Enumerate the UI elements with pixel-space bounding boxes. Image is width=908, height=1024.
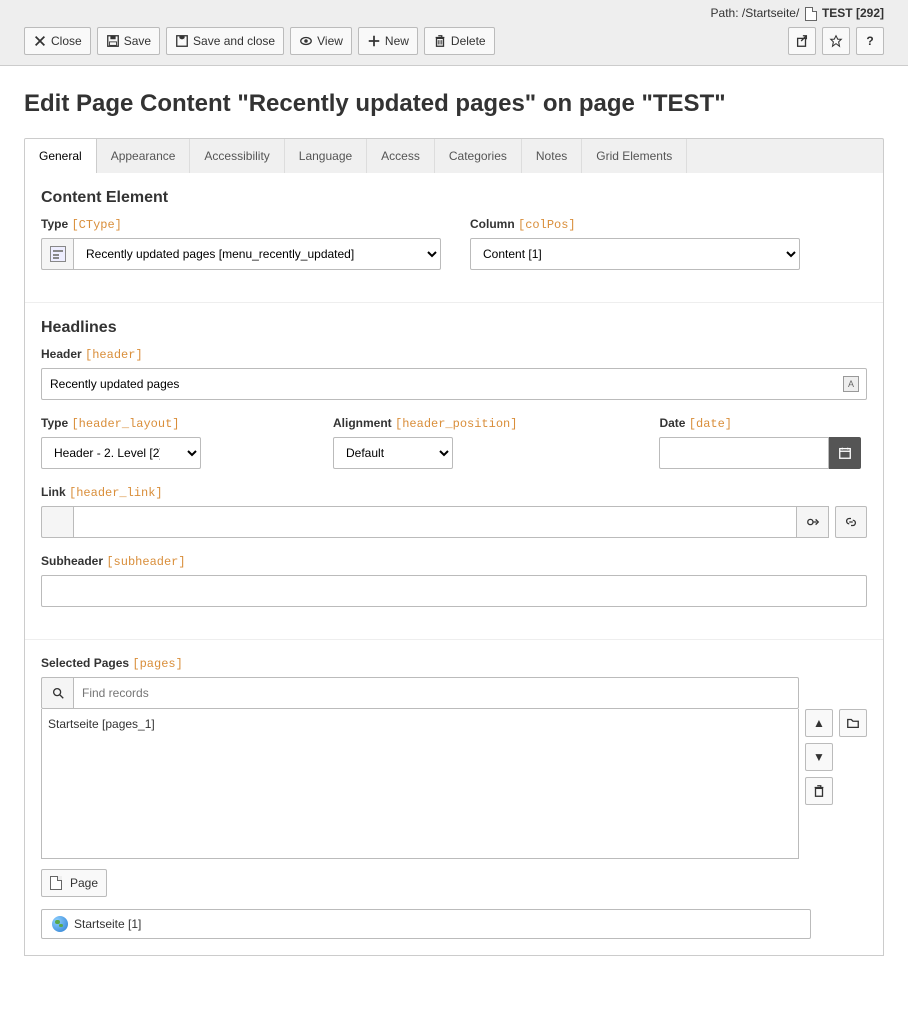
tab-categories[interactable]: Categories <box>435 139 522 173</box>
tab-notes[interactable]: Notes <box>522 139 582 173</box>
tab-access[interactable]: Access <box>367 139 435 173</box>
link-label: Link [header_link] <box>41 485 867 500</box>
content-type-icon <box>41 238 73 270</box>
page-record[interactable]: Startseite [1] <box>41 909 811 939</box>
save-close-button[interactable]: Save and close <box>166 27 284 55</box>
tab-general[interactable]: General <box>25 139 97 173</box>
save-button[interactable]: Save <box>97 27 160 55</box>
help-button[interactable]: ? <box>856 27 884 55</box>
subheader-input[interactable] <box>41 575 867 607</box>
page-selector-button[interactable]: Page <box>41 869 107 897</box>
move-down-button[interactable]: ▼ <box>805 743 833 771</box>
date-input[interactable] <box>659 437 829 469</box>
page-title: Edit Page Content "Recently updated page… <box>24 90 884 118</box>
new-button[interactable]: New <box>358 27 418 55</box>
tab-language[interactable]: Language <box>285 139 367 173</box>
type-label: Type [CType] <box>41 217 438 232</box>
section-content-element: Content Element <box>41 189 867 207</box>
tab-appearance[interactable]: Appearance <box>97 139 191 173</box>
selected-pages-label: Selected Pages [pages] <box>41 656 867 671</box>
share-button[interactable] <box>788 27 816 55</box>
header-input[interactable] <box>41 368 867 400</box>
link-browser-button[interactable] <box>835 506 867 538</box>
view-button[interactable]: View <box>290 27 352 55</box>
tab-accessibility[interactable]: Accessibility <box>190 139 284 173</box>
browse-records-button[interactable] <box>839 709 867 737</box>
date-picker-button[interactable] <box>829 437 861 469</box>
search-icon <box>41 677 73 709</box>
section-headlines: Headlines <box>41 319 867 337</box>
page-icon <box>50 876 62 890</box>
link-type-icon <box>41 506 73 538</box>
header-layout-label: Type [header_layout] <box>41 416 201 431</box>
move-up-button[interactable]: ▲ <box>805 709 833 737</box>
tab-grid-elements[interactable]: Grid Elements <box>582 139 687 173</box>
tabs: General Appearance Accessibility Languag… <box>24 138 884 173</box>
remove-item-button[interactable] <box>805 777 833 805</box>
subheader-label: Subheader [subheader] <box>41 554 867 569</box>
header-layout-select[interactable]: Header - 2. Level [2] <box>41 437 201 469</box>
link-input[interactable] <box>73 506 797 538</box>
column-label: Column [colPos] <box>470 217 867 232</box>
delete-button[interactable]: Delete <box>424 27 495 55</box>
column-select[interactable]: Content [1] <box>470 238 800 270</box>
link-toggle-button[interactable] <box>797 506 829 538</box>
alignment-label: Alignment [header_position] <box>333 416 517 431</box>
bookmark-button[interactable] <box>822 27 850 55</box>
selected-pages-list[interactable]: Startseite [pages_1] <box>41 709 799 859</box>
header-label: Header [header] <box>41 347 867 362</box>
list-item[interactable]: Startseite [pages_1] <box>48 715 792 733</box>
globe-icon <box>52 916 68 932</box>
localization-icon[interactable]: A <box>843 376 859 392</box>
date-label: Date [date] <box>659 416 861 431</box>
close-button[interactable]: Close <box>24 27 91 55</box>
breadcrumb: Path: /Startseite/ TEST [292] <box>24 6 884 27</box>
type-select[interactable]: Recently updated pages [menu_recently_up… <box>73 238 441 270</box>
find-records-input[interactable] <box>73 677 799 709</box>
alignment-select[interactable]: Default <box>333 437 453 469</box>
page-icon <box>805 7 817 21</box>
